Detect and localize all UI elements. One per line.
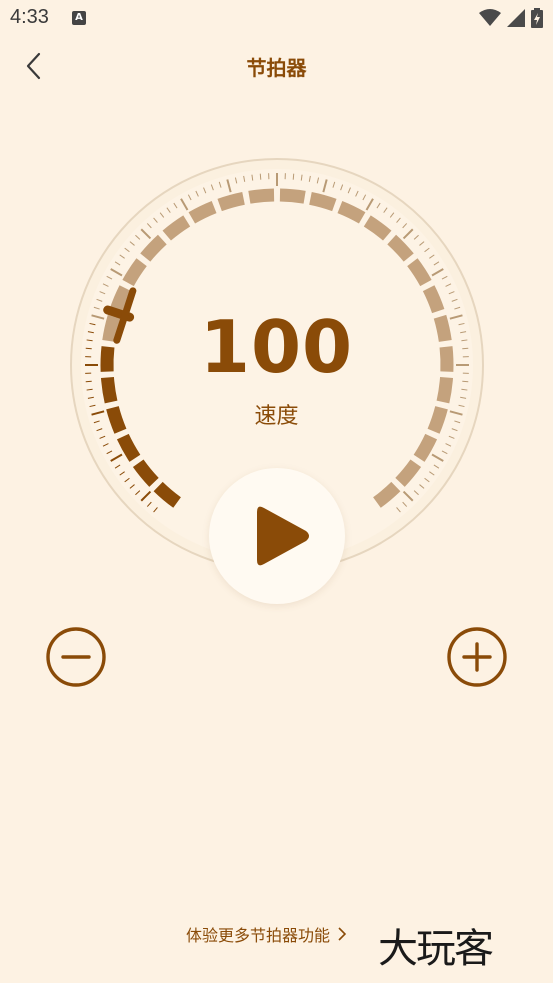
plus-circle-icon [447,627,507,687]
decrease-tempo-button[interactable] [46,627,106,687]
play-icon [257,506,309,566]
battery-icon [531,8,543,28]
more-features-label: 体验更多节拍器功能 [186,926,331,945]
dial-segment [309,191,337,212]
status-time: 4:33 [10,6,49,28]
signal-icon [507,9,525,27]
wifi-icon [479,9,501,26]
header: 节拍器 [0,40,553,90]
minus-circle-icon [46,627,106,687]
chevron-right-icon [338,927,347,941]
more-features-link[interactable]: 体验更多节拍器功能 [186,922,347,946]
play-button[interactable] [209,468,345,604]
dial-segment [248,188,275,204]
status-icons [479,8,543,28]
status-bar: 4:33 A [0,0,553,40]
dial-segment [217,191,245,212]
notification-icon: A [72,11,86,25]
dial-tick [292,173,295,180]
dial-segment [279,188,306,204]
watermark-logo: 大玩客 [378,926,494,972]
increase-tempo-button[interactable] [447,627,507,687]
dial-tick [259,173,262,180]
bpm-value: 100 [199,305,354,389]
page-title: 节拍器 [246,56,307,80]
bpm-label: 速度 [254,404,299,429]
